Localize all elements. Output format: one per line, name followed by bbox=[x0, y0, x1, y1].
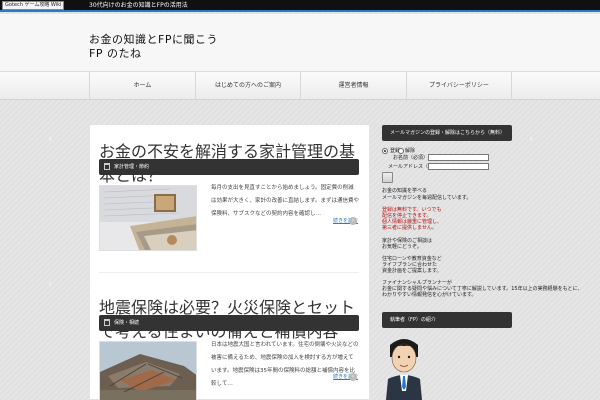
sidebar-note: お気軽にどうぞ。 bbox=[382, 244, 423, 250]
money-laptop-image bbox=[100, 186, 196, 250]
name-field[interactable] bbox=[428, 154, 489, 161]
prev-arrow-icon[interactable]: ‹ bbox=[48, 133, 52, 144]
sidebar-note: メールマガジンを毎週配信しています。 bbox=[382, 195, 472, 201]
collapsed-house-image bbox=[100, 342, 196, 400]
site-title[interactable]: お金の知識とFPに聞こうFP のたね bbox=[89, 33, 219, 61]
post-meta-bar: 家計管理・節約 bbox=[99, 159, 359, 175]
name-field-label: お名前（必須） bbox=[393, 155, 429, 161]
radio-register[interactable] bbox=[382, 148, 388, 154]
prev-arrow-icon[interactable]: ‹ bbox=[48, 278, 52, 289]
sidebar-note: 第三者に提供しません。 bbox=[382, 225, 437, 231]
sidebar-note: お金の知識を学べる bbox=[382, 188, 428, 194]
nav-menu: ホーム はじめての方へのご案内 運営者情報 プライバシーポリシー bbox=[89, 72, 512, 100]
next-arrow-icon[interactable]: › bbox=[529, 133, 533, 144]
sidebar-profile-heading: 執筆者（FP）の紹介 bbox=[382, 312, 512, 328]
nav-item-about[interactable]: 運営者情報 bbox=[301, 72, 407, 100]
folder-icon bbox=[104, 163, 110, 170]
post-thumbnail[interactable] bbox=[99, 185, 197, 251]
post-category[interactable]: 保険・相続 bbox=[114, 319, 139, 327]
global-nav: ホーム はじめての方へのご案内 運営者情報 プライバシーポリシー bbox=[0, 72, 600, 100]
radio-cancel-label: 解除 bbox=[405, 148, 416, 154]
main-content: お金の不安を解消する家計管理の基本とは？ 家計管理・節約 毎月の支出を見直すこと… bbox=[89, 124, 370, 400]
nav-item-privacy[interactable]: プライバシーポリシー bbox=[407, 72, 512, 100]
post-category[interactable]: 家計管理・節約 bbox=[114, 163, 149, 171]
radio-cancel[interactable] bbox=[398, 148, 404, 154]
post-thumbnail[interactable] bbox=[99, 341, 197, 400]
sidebar-newsletter-heading: メールマガジンの登録・解除はこちらから（無料） bbox=[382, 125, 512, 141]
top-bar: Gotech ゲーム攻略 Wiki 30代向けのお金の知識とFPの活用法 bbox=[0, 0, 600, 12]
nav-item-home[interactable]: ホーム bbox=[90, 72, 196, 100]
nav-item-guide[interactable]: はじめての方へのご案内 bbox=[196, 72, 301, 100]
chevron-right-icon[interactable]: › bbox=[349, 217, 357, 225]
submit-button[interactable] bbox=[382, 172, 393, 183]
post-divider bbox=[99, 272, 359, 273]
post-meta-bar: 保険・相続 bbox=[99, 315, 359, 331]
email-field[interactable] bbox=[428, 163, 489, 170]
sidebar-heading-text: 執筆者（FP）の紹介 bbox=[390, 317, 436, 323]
chevron-right-icon[interactable]: › bbox=[349, 373, 357, 381]
sidebar-heading-text: メールマガジンの登録・解除はこちらから（無料） bbox=[390, 130, 506, 136]
folder-icon bbox=[104, 319, 110, 326]
author-illustration bbox=[386, 339, 422, 400]
broken-image-placeholder: Gotech ゲーム攻略 Wiki bbox=[2, 1, 65, 10]
post-excerpt: 毎月の支出を見直すことから始めましょう。固定費の削減は効果が大きく、家計の改善に… bbox=[211, 185, 359, 217]
site-tagline: 30代向けのお金の知識とFPの活用法 bbox=[89, 2, 188, 9]
sidebar-note: 資金計画をご提案します。 bbox=[382, 268, 442, 274]
sidebar-note: わかりやすい情報発信を心がけています。 bbox=[382, 292, 477, 298]
author-avatar bbox=[384, 335, 424, 400]
post-excerpt: 日本は地震大国と言われています。住宅の倒壊や火災などの被害に備えるため、地震保険… bbox=[211, 342, 359, 387]
site-header: お金の知識とFPに聞こうFP のたね bbox=[0, 14, 600, 72]
